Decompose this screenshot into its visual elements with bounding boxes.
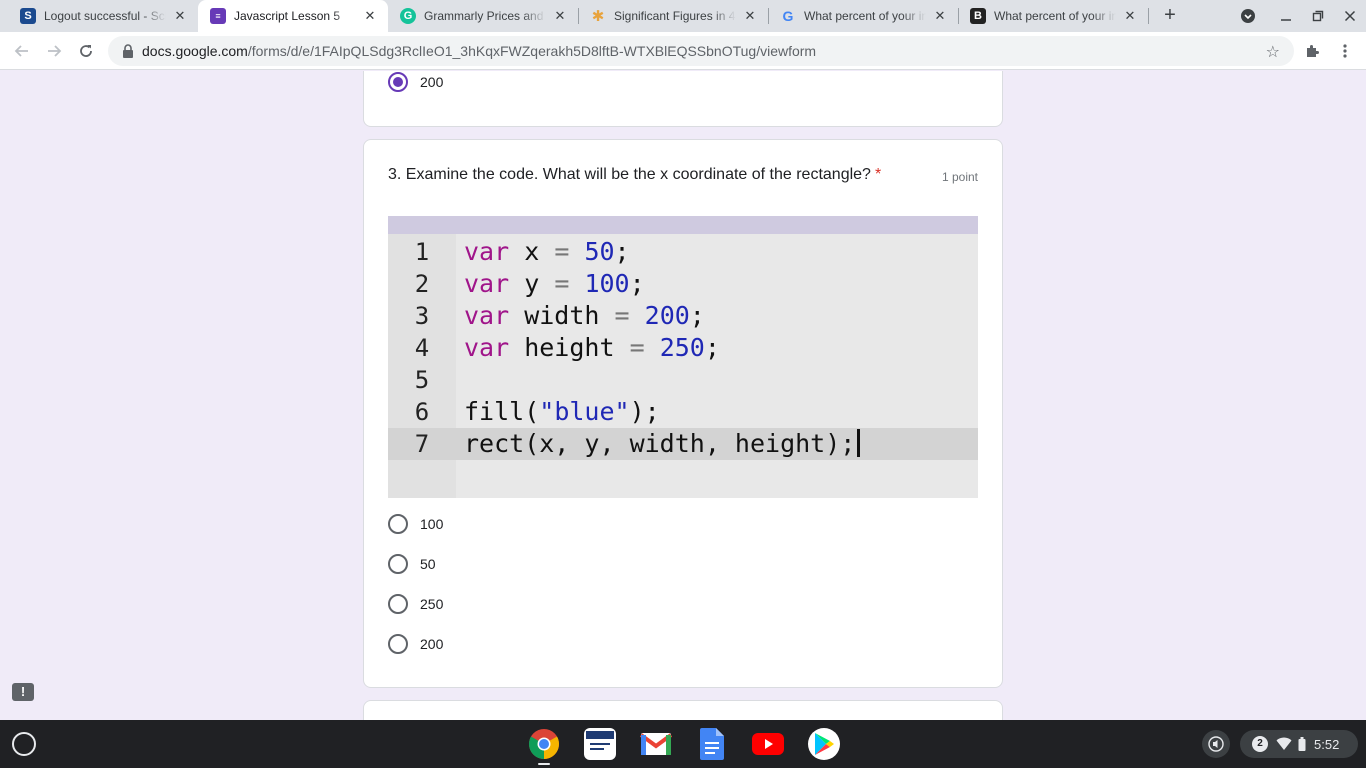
tab-google-search[interactable]: G What percent of your income ✕ (768, 0, 958, 32)
google-docs-icon[interactable] (696, 728, 728, 760)
restore-icon[interactable] (1308, 6, 1328, 26)
url-path: /forms/d/e/1FAIpQLSdg3RclIeO1_3hKqxFWZqe… (247, 43, 817, 59)
tab-title: What percent of your income (804, 9, 926, 23)
reload-icon[interactable] (75, 40, 97, 62)
schoology-icon: S (20, 8, 36, 24)
tab-javascript-lesson[interactable]: ≡ Javascript Lesson 5 ✕ (198, 0, 388, 32)
tab-search-icon[interactable] (1238, 6, 1258, 26)
new-tab-plus-icon[interactable]: + (1160, 5, 1180, 26)
pearson-testnav-icon[interactable] (584, 728, 616, 760)
tab-title: Javascript Lesson 5 (234, 9, 341, 23)
code-image: 1 2 3 4 5 6 7 var x = 50; var y = 100; v… (388, 216, 978, 498)
tab-strip: S Logout successful - Schoology ✕ ≡ Java… (0, 0, 1366, 32)
calculator-icon: ✱ (591, 8, 605, 25)
option-label: 200 (420, 74, 444, 90)
clock: 5:52 (1314, 736, 1340, 752)
close-icon[interactable]: ✕ (172, 8, 188, 24)
line-number: 5 (414, 366, 430, 394)
code-header-band (388, 216, 978, 234)
close-icon[interactable]: ✕ (932, 8, 948, 24)
os-shelf: 2 5:52 (0, 720, 1366, 768)
previous-question-card: 200 (363, 71, 1003, 127)
audio-icon[interactable] (1202, 730, 1230, 758)
url-host: docs.google.com (142, 43, 248, 59)
code-line: var x = 50; (464, 237, 630, 266)
option-label: 250 (420, 596, 444, 612)
question-card: 3. Examine the code. What will be the x … (363, 139, 1003, 688)
more-menu-icon[interactable] (1334, 40, 1356, 62)
line-number: 4 (414, 334, 430, 362)
gmail-icon[interactable] (640, 728, 672, 760)
code-line: rect(x, y, width, height); (464, 429, 861, 458)
active-app-indicator (538, 763, 550, 765)
close-icon[interactable]: ✕ (552, 8, 568, 24)
close-window-icon[interactable] (1340, 6, 1360, 26)
option-label: 50 (420, 556, 436, 572)
tab-title: Logout successful - Schoology (44, 9, 166, 23)
question-points: 1 point (941, 170, 978, 184)
tab-title: Grammarly Prices and Plans (424, 9, 546, 23)
report-feedback-icon[interactable]: ! (12, 683, 34, 701)
chrome-icon[interactable] (528, 728, 560, 760)
youtube-icon[interactable] (752, 728, 784, 760)
required-mark: * (874, 166, 882, 183)
tab-title: Significant Figures in 4 (614, 9, 736, 23)
google-icon: G (782, 8, 794, 24)
address-bar[interactable]: docs.google.com/forms/d/e/1FAIpQLSdg3Rcl… (108, 36, 1294, 66)
minimize-icon[interactable] (1276, 6, 1296, 26)
line-number: 1 (414, 238, 430, 266)
browser-toolbar: docs.google.com/forms/d/e/1FAIpQLSdg3Rcl… (0, 32, 1366, 70)
line-number: 7 (414, 430, 430, 458)
tab-bing-search[interactable]: B What percent of your income ✕ (958, 0, 1148, 32)
forward-arrow-icon[interactable] (43, 40, 65, 62)
grammarly-icon: G (400, 8, 416, 24)
radio-option-1[interactable] (388, 514, 408, 534)
bing-icon: B (970, 8, 986, 24)
line-number: 3 (414, 302, 430, 330)
play-store-icon[interactable] (808, 728, 840, 760)
back-arrow-icon[interactable] (11, 40, 33, 62)
launcher-icon[interactable] (12, 732, 36, 756)
bookmark-star-icon[interactable]: ☆ (1266, 42, 1280, 62)
close-icon[interactable]: ✕ (1122, 8, 1138, 24)
wifi-icon (1276, 737, 1292, 750)
line-number: 6 (414, 398, 430, 426)
notification-count: 2 (1252, 736, 1268, 752)
option-label: 100 (420, 516, 444, 532)
next-question-card (363, 700, 1003, 720)
close-icon[interactable]: ✕ (362, 8, 378, 24)
lock-icon (123, 44, 133, 58)
radio-option-4[interactable] (388, 634, 408, 654)
close-icon[interactable]: ✕ (742, 8, 758, 24)
code-line: var y = 100; (464, 269, 645, 298)
radio-selected[interactable] (388, 72, 408, 92)
form-page: 200 3. Examine the code. What will be th… (0, 71, 1366, 720)
question-title: 3. Examine the code. What will be the x … (388, 166, 882, 183)
radio-option-3[interactable] (388, 594, 408, 614)
status-tray[interactable]: 2 5:52 (1240, 730, 1358, 758)
code-line: fill("blue"); (464, 397, 660, 426)
extensions-puzzle-icon[interactable] (1301, 40, 1323, 62)
tab-title: What percent of your income (994, 9, 1116, 23)
google-forms-icon: ≡ (210, 8, 226, 24)
tab-schoology[interactable]: S Logout successful - Schoology ✕ (8, 0, 198, 32)
battery-icon (1298, 737, 1306, 751)
line-number: 2 (414, 270, 430, 298)
radio-option-2[interactable] (388, 554, 408, 574)
tab-separator (1148, 8, 1149, 24)
code-line: var width = 200; (464, 301, 705, 330)
tab-grammarly[interactable]: G Grammarly Prices and Plans ✕ (388, 0, 578, 32)
code-line: var height = 250; (464, 333, 720, 362)
option-label: 200 (420, 636, 444, 652)
tab-significant-figures[interactable]: ✱ Significant Figures in 4 ✕ (578, 0, 768, 32)
